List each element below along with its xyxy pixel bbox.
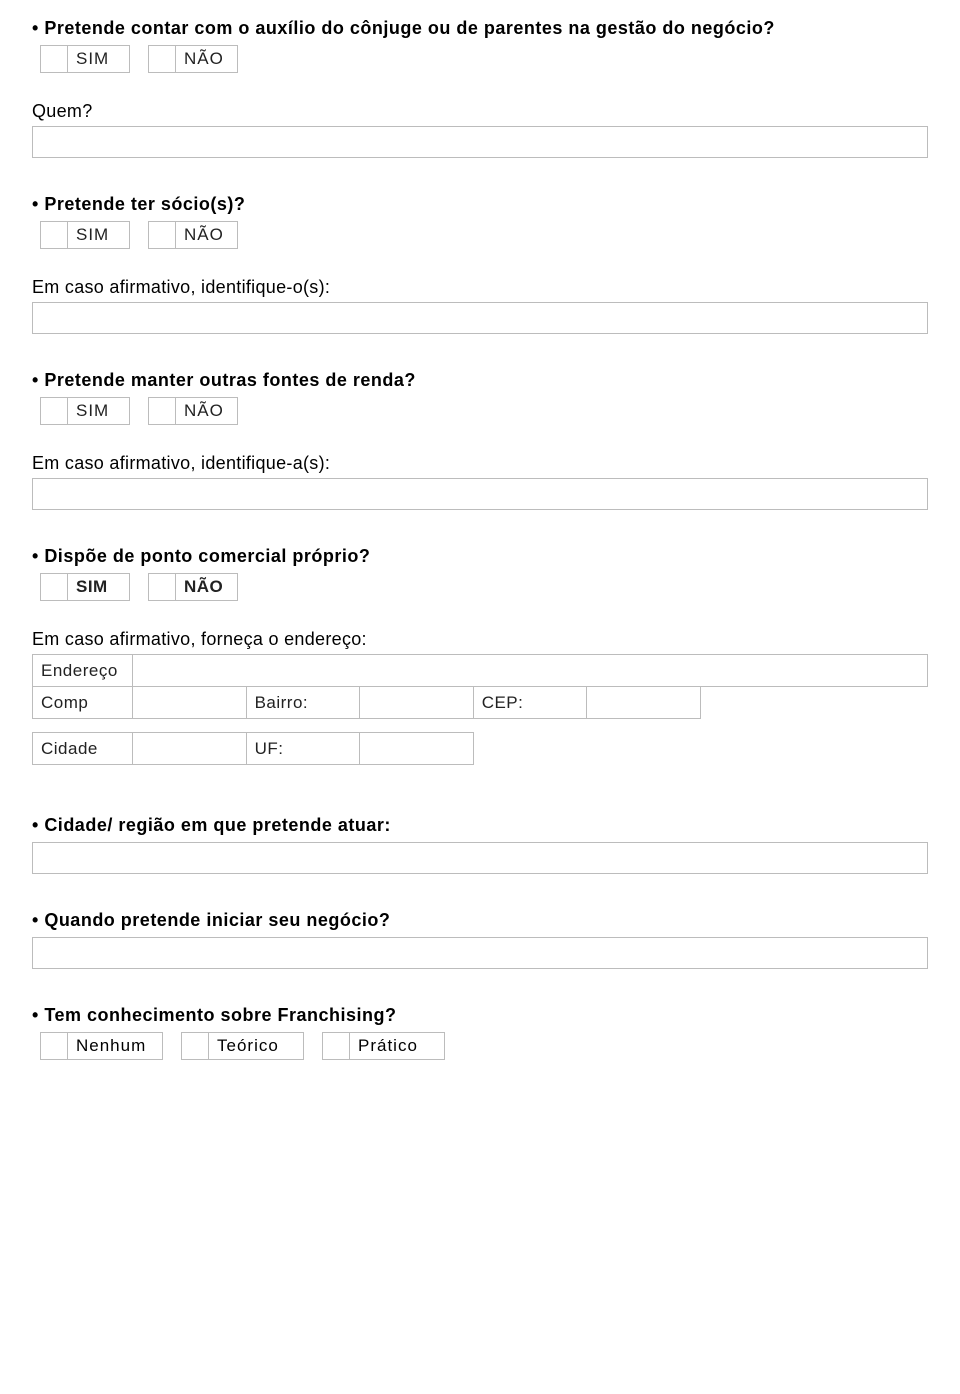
question-quando-iniciar: Quando pretende iniciar seu negócio? [32,910,928,931]
yesno-q1: SIM NÃO [40,45,928,73]
address-block: Endereço Comp Bairro: CEP: Cidade UF: [32,654,928,765]
label-sim: SIM [68,573,130,601]
input-cidade[interactable] [133,733,247,765]
question-cidade-regiao: Cidade/ região em que pretende atuar: [32,815,928,836]
question-family-help: Pretende contar com o auxílio do cônjuge… [32,18,928,39]
label-nao: NÃO [176,573,238,601]
input-cidade-regiao[interactable] [32,842,928,874]
question-outras-fontes: Pretende manter outras fontes de renda? [32,370,928,391]
label-sim: SIM [68,397,130,425]
label-bairro: Bairro: [246,687,360,719]
question-ponto-comercial: Dispõe de ponto comercial próprio? [32,546,928,567]
sub-identifique-fontes: Em caso afirmativo, identifique-a(s): [32,453,928,474]
label-pratico: Prático [350,1032,445,1060]
input-comp[interactable] [133,687,247,719]
input-socios[interactable] [32,302,928,334]
label-teorico: Teórico [209,1032,304,1060]
checkbox-sim-q1[interactable] [40,45,68,73]
franchising-options: Nenhum Teórico Prático [40,1032,928,1060]
checkbox-nao-q4[interactable] [148,573,176,601]
label-nao: NÃO [176,221,238,249]
address-table: Endereço Comp Bairro: CEP: Cidade UF: [32,654,928,765]
label-cidade: Cidade [33,733,133,765]
checkbox-teorico[interactable] [181,1032,209,1060]
spacer [130,397,148,425]
addr-row-comp: Comp Bairro: CEP: [33,687,928,719]
yesno-q2: SIM NÃO [40,221,928,249]
sub-identifique-socios: Em caso afirmativo, identifique-o(s): [32,277,928,298]
checkbox-nao-q3[interactable] [148,397,176,425]
sub-quem: Quem? [32,101,928,122]
checkbox-sim-q3[interactable] [40,397,68,425]
label-nao: NÃO [176,45,238,73]
checkbox-nao-q1[interactable] [148,45,176,73]
input-uf[interactable] [360,733,474,765]
label-nenhum: Nenhum [68,1032,163,1060]
checkbox-nenhum[interactable] [40,1032,68,1060]
checkbox-pratico[interactable] [322,1032,350,1060]
spacer [130,573,148,601]
addr-row-endereco: Endereço [33,655,928,687]
label-nao: NÃO [176,397,238,425]
checkbox-sim-q2[interactable] [40,221,68,249]
label-uf: UF: [246,733,360,765]
question-socios: Pretende ter sócio(s)? [32,194,928,215]
input-quem[interactable] [32,126,928,158]
label-comp: Comp [33,687,133,719]
sub-forneca-endereco: Em caso afirmativo, forneça o endereço: [32,629,928,650]
spacer [304,1032,322,1060]
spacer [163,1032,181,1060]
spacer [130,221,148,249]
label-cep: CEP: [473,687,587,719]
checkbox-nao-q2[interactable] [148,221,176,249]
spacer [130,45,148,73]
yesno-q3: SIM NÃO [40,397,928,425]
input-fontes[interactable] [32,478,928,510]
question-franchising: Tem conhecimento sobre Franchising? [32,1005,928,1026]
yesno-q4: SIM NÃO [40,573,928,601]
label-endereco: Endereço [33,655,133,687]
input-bairro[interactable] [360,687,474,719]
input-quando-iniciar[interactable] [32,937,928,969]
addr-row-cidade: Cidade UF: [33,733,928,765]
input-cep[interactable] [587,687,701,719]
label-sim: SIM [68,221,130,249]
input-endereco[interactable] [133,655,928,687]
checkbox-sim-q4[interactable] [40,573,68,601]
label-sim: SIM [68,45,130,73]
